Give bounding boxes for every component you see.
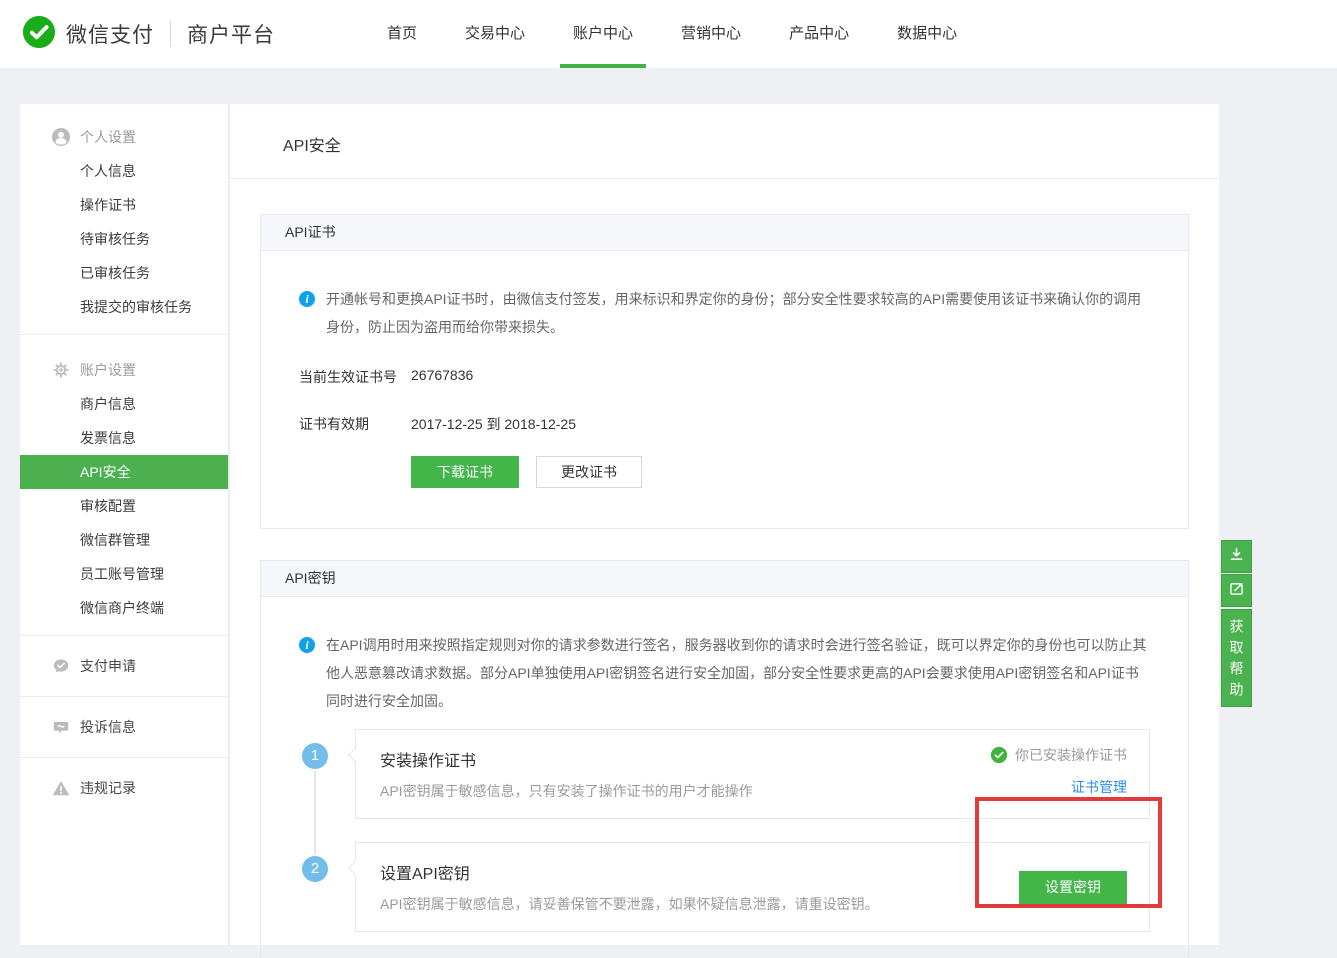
sidebar-divider	[20, 757, 228, 758]
info-icon: i	[299, 291, 315, 307]
api-certificate-panel: API证书 i 开通帐号和更换API证书时，由微信支付签发，用来标识和界定你的身…	[260, 214, 1189, 529]
download-certificate-button[interactable]: 下载证书	[411, 456, 519, 488]
main-content: API安全 API证书 i 开通帐号和更换API证书时，由微信支付签发，用来标识…	[230, 104, 1219, 945]
api-key-steps: 1 2 安装操作证书 API密钥属于敏感信息，只有安装了操作证书的用户才能操作	[299, 729, 1150, 932]
page-title: API安全	[230, 104, 1219, 178]
sidebar-group-label: 违规记录	[80, 778, 136, 798]
sidebar-item-review-config[interactable]: 审核配置	[20, 489, 228, 523]
nav-data-center[interactable]: 数据中心	[873, 0, 981, 68]
brand[interactable]: 微信支付 商户平台	[0, 15, 275, 54]
sidebar-group-label: 账户设置	[80, 360, 136, 380]
sidebar-item-merchant-info[interactable]: 商户信息	[20, 387, 228, 421]
certificate-number-label: 当前生效证书号	[299, 367, 411, 387]
certificate-info-text: 开通帐号和更换API证书时，由微信支付签发，用来标识和界定你的身份；部分安全性要…	[326, 285, 1150, 341]
nav-transaction-center[interactable]: 交易中心	[441, 0, 549, 68]
certificate-validity-row: 证书有效期 2017-12-25 到 2018-12-25	[299, 414, 1150, 434]
sidebar-group-label: 个人设置	[80, 127, 136, 147]
nav-home[interactable]: 首页	[363, 0, 441, 68]
download-icon	[1228, 546, 1245, 568]
floating-toolbar: 获取帮助	[1221, 540, 1252, 707]
sidebar-item-reviewed[interactable]: 已审核任务	[20, 256, 228, 290]
certificate-buttons-row: 下载证书 更改证书	[411, 456, 1150, 488]
top-header: 微信支付 商户平台 首页 交易中心 账户中心 营销中心 产品中心 数据中心	[0, 0, 1337, 68]
warning-triangle-icon	[52, 779, 70, 797]
sidebar-item-invoice-info[interactable]: 发票信息	[20, 421, 228, 455]
step-card-notch	[348, 748, 362, 762]
certificate-info-note: i 开通帐号和更换API证书时，由微信支付签发，用来标识和界定你的身份；部分安全…	[299, 285, 1150, 341]
certificate-validity-label: 证书有效期	[299, 414, 411, 434]
certificate-number-row: 当前生效证书号 26767836	[299, 367, 1150, 387]
sidebar-item-payment-application[interactable]: 支付申请	[20, 646, 228, 686]
sidebar-item-staff-account-mgmt[interactable]: 员工账号管理	[20, 557, 228, 591]
chat-check-icon	[52, 657, 70, 675]
certificate-validity-value: 2017-12-25 到 2018-12-25	[411, 414, 576, 434]
top-nav: 首页 交易中心 账户中心 营销中心 产品中心 数据中心	[363, 0, 981, 68]
info-icon: i	[299, 637, 315, 653]
nav-product-center[interactable]: 产品中心	[765, 0, 873, 68]
api-certificate-panel-body: i 开通帐号和更换API证书时，由微信支付签发，用来标识和界定你的身份；部分安全…	[261, 251, 1188, 528]
sidebar-item-api-security[interactable]: API安全	[20, 455, 228, 489]
sidebar-divider	[20, 635, 228, 636]
install-cert-status: 你已安装操作证书 证书管理	[990, 745, 1127, 797]
sidebar-item-personal-info[interactable]: 个人信息	[20, 154, 228, 188]
api-certificate-panel-title: API证书	[261, 215, 1188, 251]
change-certificate-button[interactable]: 更改证书	[536, 456, 642, 488]
sidebar-group-personal: 个人设置 个人信息 操作证书 待审核任务 已审核任务 我提交的审核任务	[20, 104, 228, 324]
sidebar-item-complaint-info[interactable]: 投诉信息	[20, 707, 228, 747]
user-icon	[52, 128, 70, 146]
nav-account-center[interactable]: 账户中心	[549, 0, 657, 68]
set-api-key-step-desc: API密钥属于敏感信息，请妥善保管不要泄露，如果怀疑信息泄露，请重设密钥。	[380, 894, 1125, 914]
sidebar-divider	[20, 334, 228, 335]
certificate-number-value: 26767836	[411, 367, 473, 387]
feedback-tool-button[interactable]	[1221, 574, 1252, 607]
sidebar: 个人设置 个人信息 操作证书 待审核任务 已审核任务 我提交的审核任务 账户设置…	[20, 104, 229, 945]
wechat-pay-logo-icon	[22, 15, 56, 54]
set-api-key-step-title: 设置API密钥	[380, 860, 1125, 884]
api-key-info-text: 在API调用时用来按照指定规则对你的请求参数进行签名，服务器收到你的请求时会进行…	[326, 631, 1150, 715]
sidebar-item-pending-review[interactable]: 待审核任务	[20, 222, 228, 256]
brand-platform: 商户平台	[187, 19, 275, 49]
sidebar-header-personal-settings: 个人设置	[20, 120, 228, 154]
api-key-info-note: i 在API调用时用来按照指定规则对你的请求参数进行签名，服务器收到你的请求时会…	[299, 631, 1150, 715]
brand-divider	[170, 21, 171, 47]
sidebar-group-label: 支付申请	[80, 656, 136, 676]
step-1-badge: 1	[302, 743, 328, 769]
check-circle-icon	[990, 746, 1008, 764]
sidebar-header-account-settings: 账户设置	[20, 353, 228, 387]
install-cert-status-line: 你已安装操作证书	[990, 745, 1127, 765]
brand-name: 微信支付	[66, 19, 154, 49]
edit-icon	[1228, 580, 1245, 602]
sidebar-group-account: 账户设置 商户信息 发票信息 API安全 审核配置 微信群管理 员工账号管理 微…	[20, 345, 228, 625]
sidebar-item-operation-cert[interactable]: 操作证书	[20, 188, 228, 222]
certificate-management-link[interactable]: 证书管理	[1071, 777, 1127, 797]
sidebar-item-wechat-merchant-terminal[interactable]: 微信商户终端	[20, 591, 228, 625]
sidebar-group-label: 投诉信息	[80, 717, 136, 737]
comment-icon	[52, 718, 70, 736]
nav-marketing-center[interactable]: 营销中心	[657, 0, 765, 68]
title-divider	[230, 178, 1219, 179]
download-tool-button[interactable]	[1221, 540, 1252, 573]
gear-icon	[52, 361, 70, 379]
api-key-panel-body: i 在API调用时用来按照指定规则对你的请求参数进行签名，服务器收到你的请求时会…	[261, 597, 1188, 958]
install-cert-step-card: 安装操作证书 API密钥属于敏感信息，只有安装了操作证书的用户才能操作 你已安装…	[355, 729, 1150, 819]
step-2-badge: 2	[302, 856, 328, 882]
step-connector-line	[314, 771, 316, 855]
set-api-key-step-card: 设置API密钥 API密钥属于敏感信息，请妥善保管不要泄露，如果怀疑信息泄露，请…	[355, 842, 1150, 932]
install-cert-status-text: 你已安装操作证书	[1015, 745, 1127, 765]
sidebar-item-wechat-group-mgmt[interactable]: 微信群管理	[20, 523, 228, 557]
set-api-key-button[interactable]: 设置密钥	[1019, 871, 1127, 904]
sidebar-divider	[20, 696, 228, 697]
api-key-panel: API密钥 i 在API调用时用来按照指定规则对你的请求参数进行签名，服务器收到…	[260, 560, 1189, 958]
sidebar-item-violation-records[interactable]: 违规记录	[20, 768, 228, 808]
get-help-button[interactable]: 获取帮助	[1221, 609, 1252, 707]
api-key-panel-title: API密钥	[261, 561, 1188, 597]
step-card-notch	[348, 861, 362, 875]
sidebar-item-my-submitted-review[interactable]: 我提交的审核任务	[20, 290, 228, 324]
